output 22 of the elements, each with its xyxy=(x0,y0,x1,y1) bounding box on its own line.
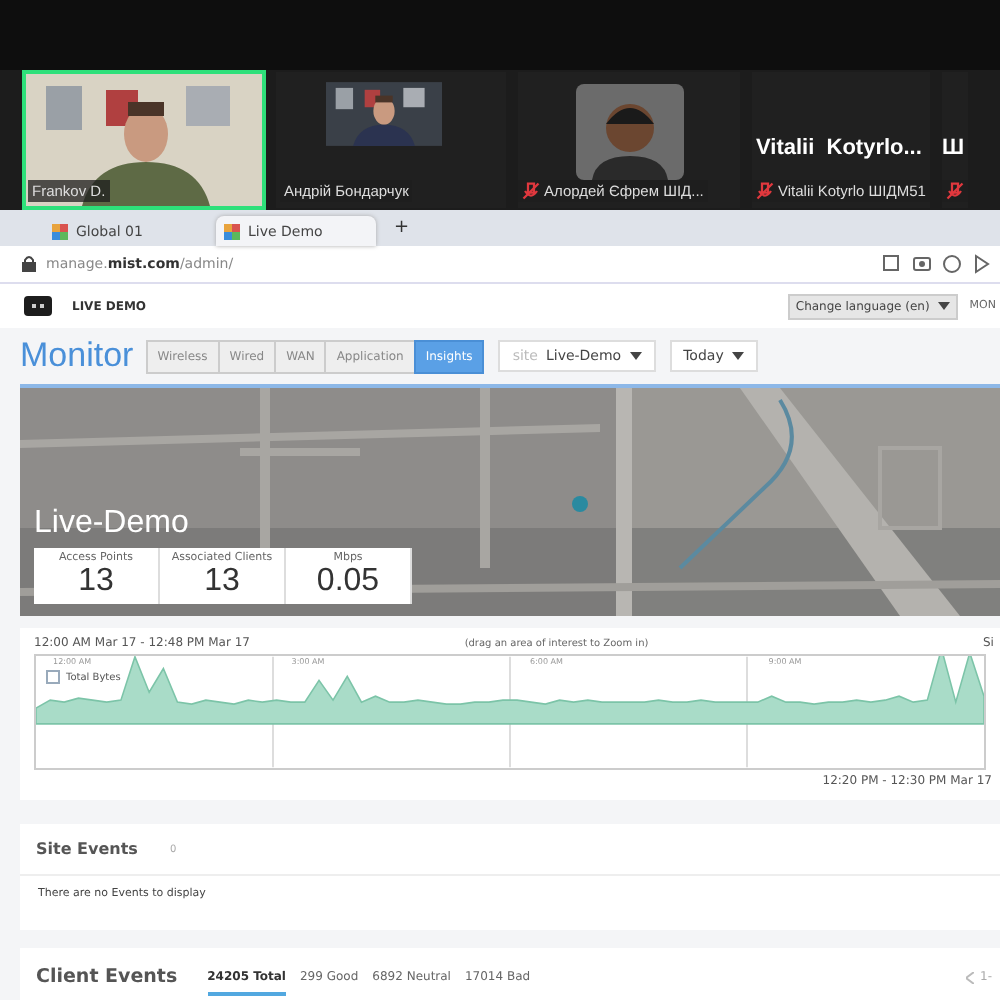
play-icon[interactable] xyxy=(972,254,992,274)
caret-icon xyxy=(629,352,642,360)
section-title: Site Events xyxy=(36,840,138,858)
logo-icon xyxy=(24,296,52,316)
avatar-icon xyxy=(575,84,683,180)
participant-name: Vitalii Kotyrlo... xyxy=(756,136,924,160)
site-icon xyxy=(224,223,240,239)
stat-value: 13 xyxy=(76,564,116,600)
site-name: Live-Demo xyxy=(34,506,191,542)
legend-checkbox[interactable] xyxy=(46,670,60,684)
stat-value: 13 xyxy=(202,564,242,600)
lock-icon xyxy=(22,256,36,272)
participant-name: Ш xyxy=(941,136,966,160)
camera-icon[interactable] xyxy=(912,254,932,274)
page-title: Monitor xyxy=(20,336,134,376)
section-title: Client Events xyxy=(36,966,178,988)
new-tab-button[interactable]: + xyxy=(388,218,416,238)
site-icon xyxy=(52,223,68,239)
caret-icon xyxy=(731,352,744,360)
participant-tile[interactable]: Ш xyxy=(941,72,968,208)
stat-value: 0.05 xyxy=(314,564,382,600)
caret-icon xyxy=(937,302,950,310)
